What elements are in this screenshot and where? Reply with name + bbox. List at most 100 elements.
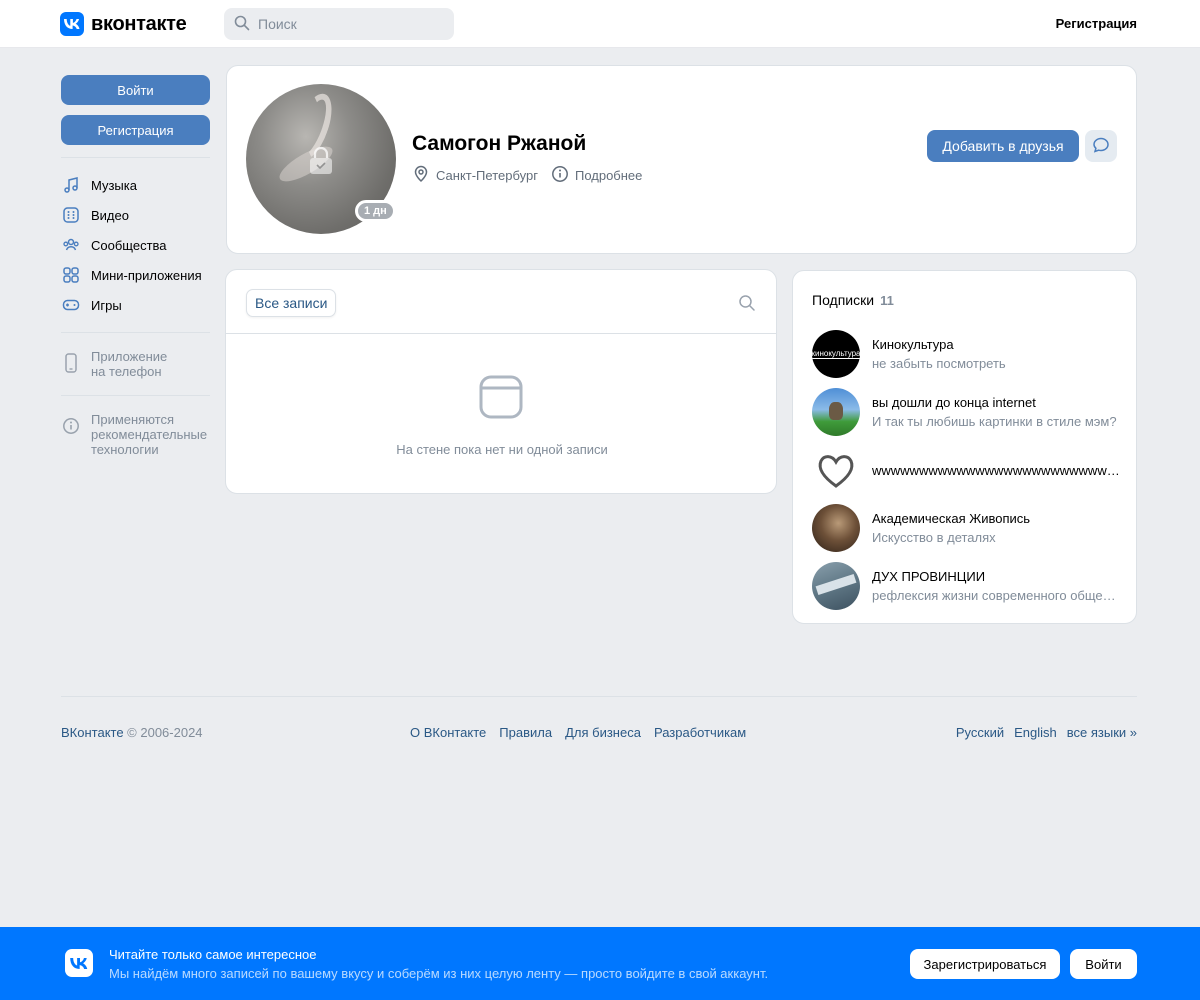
banner-title: Читайте только самое интересное [109, 947, 317, 962]
sidebar-item-label: Видео [91, 207, 129, 223]
subscription-name: Кинокультура [872, 337, 954, 352]
sidebar-recommendations-info[interactable]: Применяются рекомендательные технологии [61, 408, 210, 461]
profile-city-text: Санкт-Петербург [436, 168, 538, 183]
footer-languages: Русский English все языки » [946, 725, 1137, 740]
info-icon [61, 416, 81, 436]
subscription-desc: не забыть посмотреть [872, 356, 1006, 371]
banner-subtitle: Мы найдём много записей по вашему вкусу … [109, 966, 769, 981]
footer-link-business[interactable]: Для бизнеса [565, 725, 641, 740]
profile-more-text: Подробнее [574, 168, 643, 183]
top-header: вконтакте Регистрация [0, 0, 1200, 48]
tab-all-posts[interactable]: Все записи [246, 289, 337, 317]
wall-empty-text: На стене пока нет ни одной записи [396, 442, 608, 457]
phone-app-line1: Приложение [91, 349, 168, 364]
footer-copyright: ВКонтакте © 2006-2024 [61, 725, 203, 740]
search-icon [234, 15, 250, 34]
music-icon [61, 175, 81, 195]
message-bubble-icon [1092, 136, 1110, 157]
profile-avatar[interactable]: 1 дн [246, 84, 396, 234]
lang-russian[interactable]: Русский [956, 725, 1004, 740]
header-register-link[interactable]: Регистрация [1056, 16, 1137, 31]
subscriptions-title: Подписки [812, 292, 875, 308]
sidebar-item-communities[interactable]: Сообщества [61, 230, 210, 260]
sidebar-item-mini-apps[interactable]: Мини-приложения [61, 260, 210, 290]
subscriptions-header[interactable]: Подписки 11 [812, 292, 894, 308]
mini-apps-icon [61, 265, 81, 285]
sidebar-divider [61, 157, 210, 158]
video-icon [61, 205, 81, 225]
subscription-name: Академическая Живопись [872, 511, 1031, 526]
footer-brand-link[interactable]: ВКонтакте [61, 725, 124, 740]
profile-name: Самогон Ржаной [412, 132, 587, 155]
communities-icon [61, 235, 81, 255]
signup-banner: Читайте только самое интересное Мы найдё… [0, 927, 1200, 1000]
banner-login-button[interactable]: Войти [1070, 949, 1137, 979]
profile-more-link[interactable]: Подробнее [551, 165, 642, 186]
copyright-text: © 2006-2024 [123, 725, 203, 740]
subscription-name: wwwwwwwwwwwwwwwwwwwwwwwwwwwwwwwwwwww [872, 462, 1120, 478]
search-icon[interactable] [738, 294, 756, 312]
sidebar-item-label: Музыка [91, 177, 137, 193]
profile-city: Санкт-Петербург [412, 165, 538, 186]
login-button[interactable]: Войти [61, 75, 210, 105]
subscription-desc: И так ты любишь картинки в стиле мэм? [872, 414, 1117, 429]
avatar: кинокультура [812, 330, 860, 378]
list-item[interactable]: Академическая Живопись Искусство в детал… [812, 499, 1120, 557]
footer-link-rules[interactable]: Правила [499, 725, 552, 740]
avatar-label: кинокультура [812, 349, 860, 359]
vk-logo[interactable]: вконтакте [60, 12, 187, 36]
sidebar-item-games[interactable]: Игры [61, 290, 210, 320]
sidebar-item-music[interactable]: Музыка [61, 170, 210, 200]
sidebar-item-label: Мини-приложения [91, 267, 202, 283]
footer-link-about[interactable]: О ВКонтакте [410, 725, 486, 740]
list-item[interactable]: ДУХ ПРОВИНЦИИ рефлексия жизни современно… [812, 557, 1120, 615]
add-friend-button[interactable]: Добавить в друзья [927, 130, 1079, 162]
avatar [812, 446, 860, 494]
vk-logo-icon [60, 12, 84, 36]
profile-meta: Санкт-Петербург Подробнее [412, 165, 642, 186]
search-box[interactable] [224, 8, 454, 40]
sidebar-item-video[interactable]: Видео [61, 200, 210, 230]
list-item[interactable]: wwwwwwwwwwwwwwwwwwwwwwwwwwwwwwwwwwww [812, 441, 1120, 499]
empty-wall-icon [479, 375, 523, 419]
sidebar-divider [61, 395, 210, 396]
left-sidebar: Войти Регистрация Музыка Видео Сообществ… [61, 75, 210, 461]
wall-header: Все записи [226, 270, 776, 334]
wall-card: Все записи На стене пока нет ни одной за… [225, 269, 777, 494]
subscriptions-count: 11 [880, 293, 894, 308]
subscription-desc: Искусство в деталях [872, 530, 996, 545]
location-pin-icon [412, 165, 430, 186]
register-button[interactable]: Регистрация [61, 115, 210, 145]
avatar [812, 388, 860, 436]
rec-line2: рекомендательные [91, 427, 208, 442]
subscriptions-card: Подписки 11 кинокультура Кинокультура не … [792, 270, 1137, 624]
footer-link-developers[interactable]: Разработчикам [654, 725, 746, 740]
message-button[interactable] [1085, 130, 1117, 162]
subscription-desc: рефлексия жизни современного общества [872, 588, 1120, 603]
rec-line1: Применяются [91, 412, 175, 427]
search-input[interactable] [258, 16, 438, 32]
sidebar-phone-app[interactable]: Приложение на телефон [61, 345, 210, 383]
avatar [812, 562, 860, 610]
vk-logo-icon [65, 949, 93, 977]
info-icon [551, 165, 569, 186]
online-status-badge: 1 дн [355, 200, 396, 222]
list-item[interactable]: кинокультура Кинокультура не забыть посм… [812, 325, 1120, 383]
lang-all[interactable]: все языки » [1067, 725, 1137, 740]
sidebar-item-label: Игры [91, 297, 122, 313]
gamepad-icon [61, 295, 81, 315]
phone-app-line2: на телефон [91, 364, 162, 379]
sidebar-divider [61, 332, 210, 333]
lock-icon [310, 146, 332, 174]
subscriptions-list: кинокультура Кинокультура не забыть посм… [812, 325, 1120, 615]
sidebar-item-label: Сообщества [91, 237, 167, 253]
avatar [812, 504, 860, 552]
banner-register-button[interactable]: Зарегистрироваться [910, 949, 1060, 979]
footer-divider [61, 696, 1137, 697]
lang-english[interactable]: English [1014, 725, 1057, 740]
phone-icon [61, 353, 81, 373]
rec-line3: технологии [91, 442, 159, 457]
subscription-name: ДУХ ПРОВИНЦИИ [872, 569, 986, 584]
subscription-name: вы дошли до конца internet [872, 395, 1036, 410]
list-item[interactable]: вы дошли до конца internet И так ты люби… [812, 383, 1120, 441]
